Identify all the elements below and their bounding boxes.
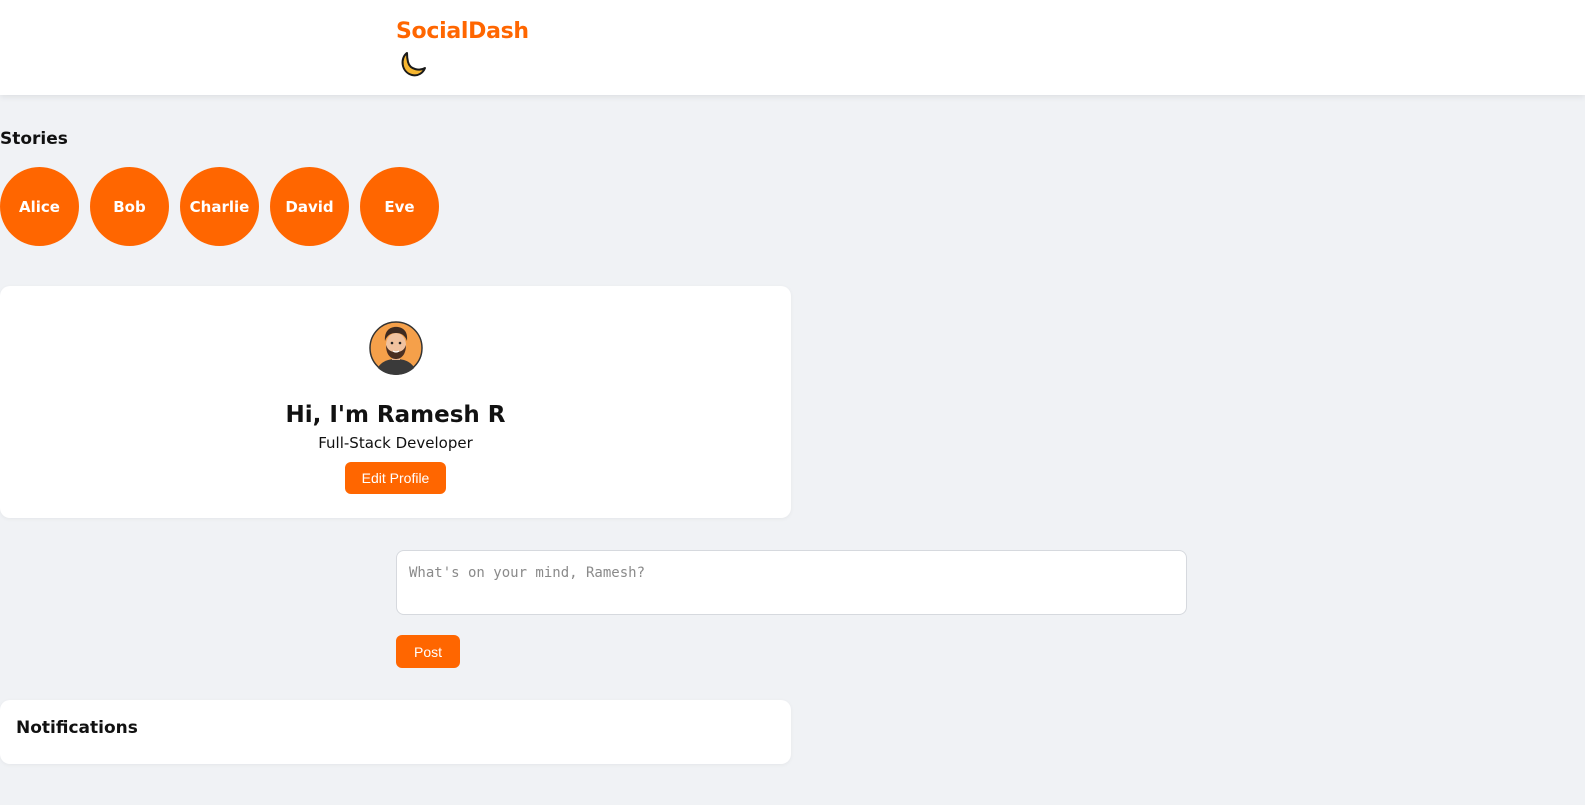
notifications-card: Notifications	[0, 700, 791, 764]
profile-card: Hi, I'm Ramesh R Full-Stack Developer Ed…	[0, 286, 791, 518]
notifications-heading: Notifications	[16, 718, 138, 738]
avatar	[369, 321, 423, 375]
stories-heading: Stories	[0, 129, 68, 149]
profile-greeting: Hi, I'm Ramesh R	[285, 402, 506, 428]
story-eve[interactable]: Eve	[360, 167, 439, 246]
story-david[interactable]: David	[270, 167, 349, 246]
story-charlie[interactable]: Charlie	[180, 167, 259, 246]
post-button[interactable]: Post	[396, 635, 460, 668]
story-alice[interactable]: Alice	[0, 167, 79, 246]
profile-role: Full-Stack Developer	[318, 434, 473, 452]
stories-list: Alice Bob Charlie David Eve	[0, 167, 439, 246]
post-composer-input[interactable]	[396, 550, 1187, 615]
brand-logo[interactable]: SocialDash	[396, 19, 529, 44]
moon-icon[interactable]	[396, 50, 428, 80]
edit-profile-button[interactable]: Edit Profile	[345, 462, 446, 494]
top-header: SocialDash	[0, 0, 1585, 95]
story-bob[interactable]: Bob	[90, 167, 169, 246]
